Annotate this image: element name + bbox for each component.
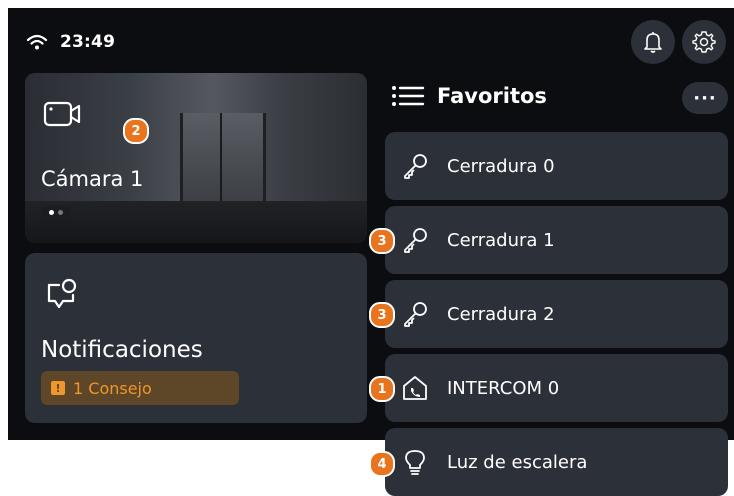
tips-badge[interactable]: ! 1 Consejo: [41, 371, 239, 405]
intercom-house-icon: [403, 376, 427, 400]
favorites-title: Favoritos: [437, 84, 547, 108]
favorite-item-label: INTERCOM 0: [447, 377, 560, 399]
message-bell-icon: [47, 278, 77, 309]
tips-badge-label: 1 Consejo: [73, 378, 152, 398]
camera-label: Cámara 1: [41, 167, 144, 191]
favorite-item-cerradura-0[interactable]: Cerradura 0: [385, 132, 728, 200]
annotation-marker-3: 3: [369, 228, 395, 254]
favorite-item-label: Cerradura 2: [447, 303, 555, 325]
wifi-icon: [26, 34, 48, 50]
favorite-item-label: Cerradura 1: [447, 229, 555, 251]
annotation-marker-4: 4: [369, 451, 395, 477]
favorites-header: Favoritos: [391, 84, 547, 108]
camera-card[interactable]: Cámara 1: [25, 73, 367, 243]
bell-icon: [644, 32, 662, 53]
notifications-label: Notificaciones: [41, 337, 203, 363]
favorite-item-cerradura-1[interactable]: Cerradura 1: [385, 206, 728, 274]
camera-page-indicator: [41, 206, 71, 218]
favorite-item-intercom-0[interactable]: INTERCOM 0: [385, 354, 728, 422]
camera-preview-floor: [25, 201, 367, 243]
clock-time: 23:49: [60, 32, 116, 52]
more-options-button[interactable]: ···: [682, 82, 728, 114]
video-camera-icon: [43, 101, 81, 127]
page-dot-active: [49, 209, 54, 215]
favorite-item-cerradura-2[interactable]: Cerradura 2: [385, 280, 728, 348]
page-dot: [58, 209, 63, 215]
annotation-marker-2: 2: [123, 118, 149, 144]
light-bulb-icon: [405, 450, 425, 475]
key-icon: [404, 154, 427, 179]
favorite-item-label: Cerradura 0: [447, 155, 555, 177]
notifications-card[interactable]: Notificaciones ! 1 Consejo: [25, 253, 367, 423]
gear-icon: [692, 31, 716, 53]
notifications-bell-button[interactable]: [631, 20, 675, 64]
tip-icon: !: [51, 381, 65, 395]
favorite-item-label: Luz de escalera: [447, 451, 588, 473]
key-icon: [404, 302, 427, 327]
annotation-marker-3: 3: [369, 302, 395, 328]
list-icon: [392, 86, 425, 106]
favorite-item-luz-de-escalera[interactable]: Luz de escalera: [385, 428, 728, 496]
key-icon: [404, 228, 427, 253]
annotation-marker-1: 1: [369, 376, 395, 402]
settings-button[interactable]: [682, 20, 726, 64]
status-bar: 23:49: [26, 32, 115, 52]
